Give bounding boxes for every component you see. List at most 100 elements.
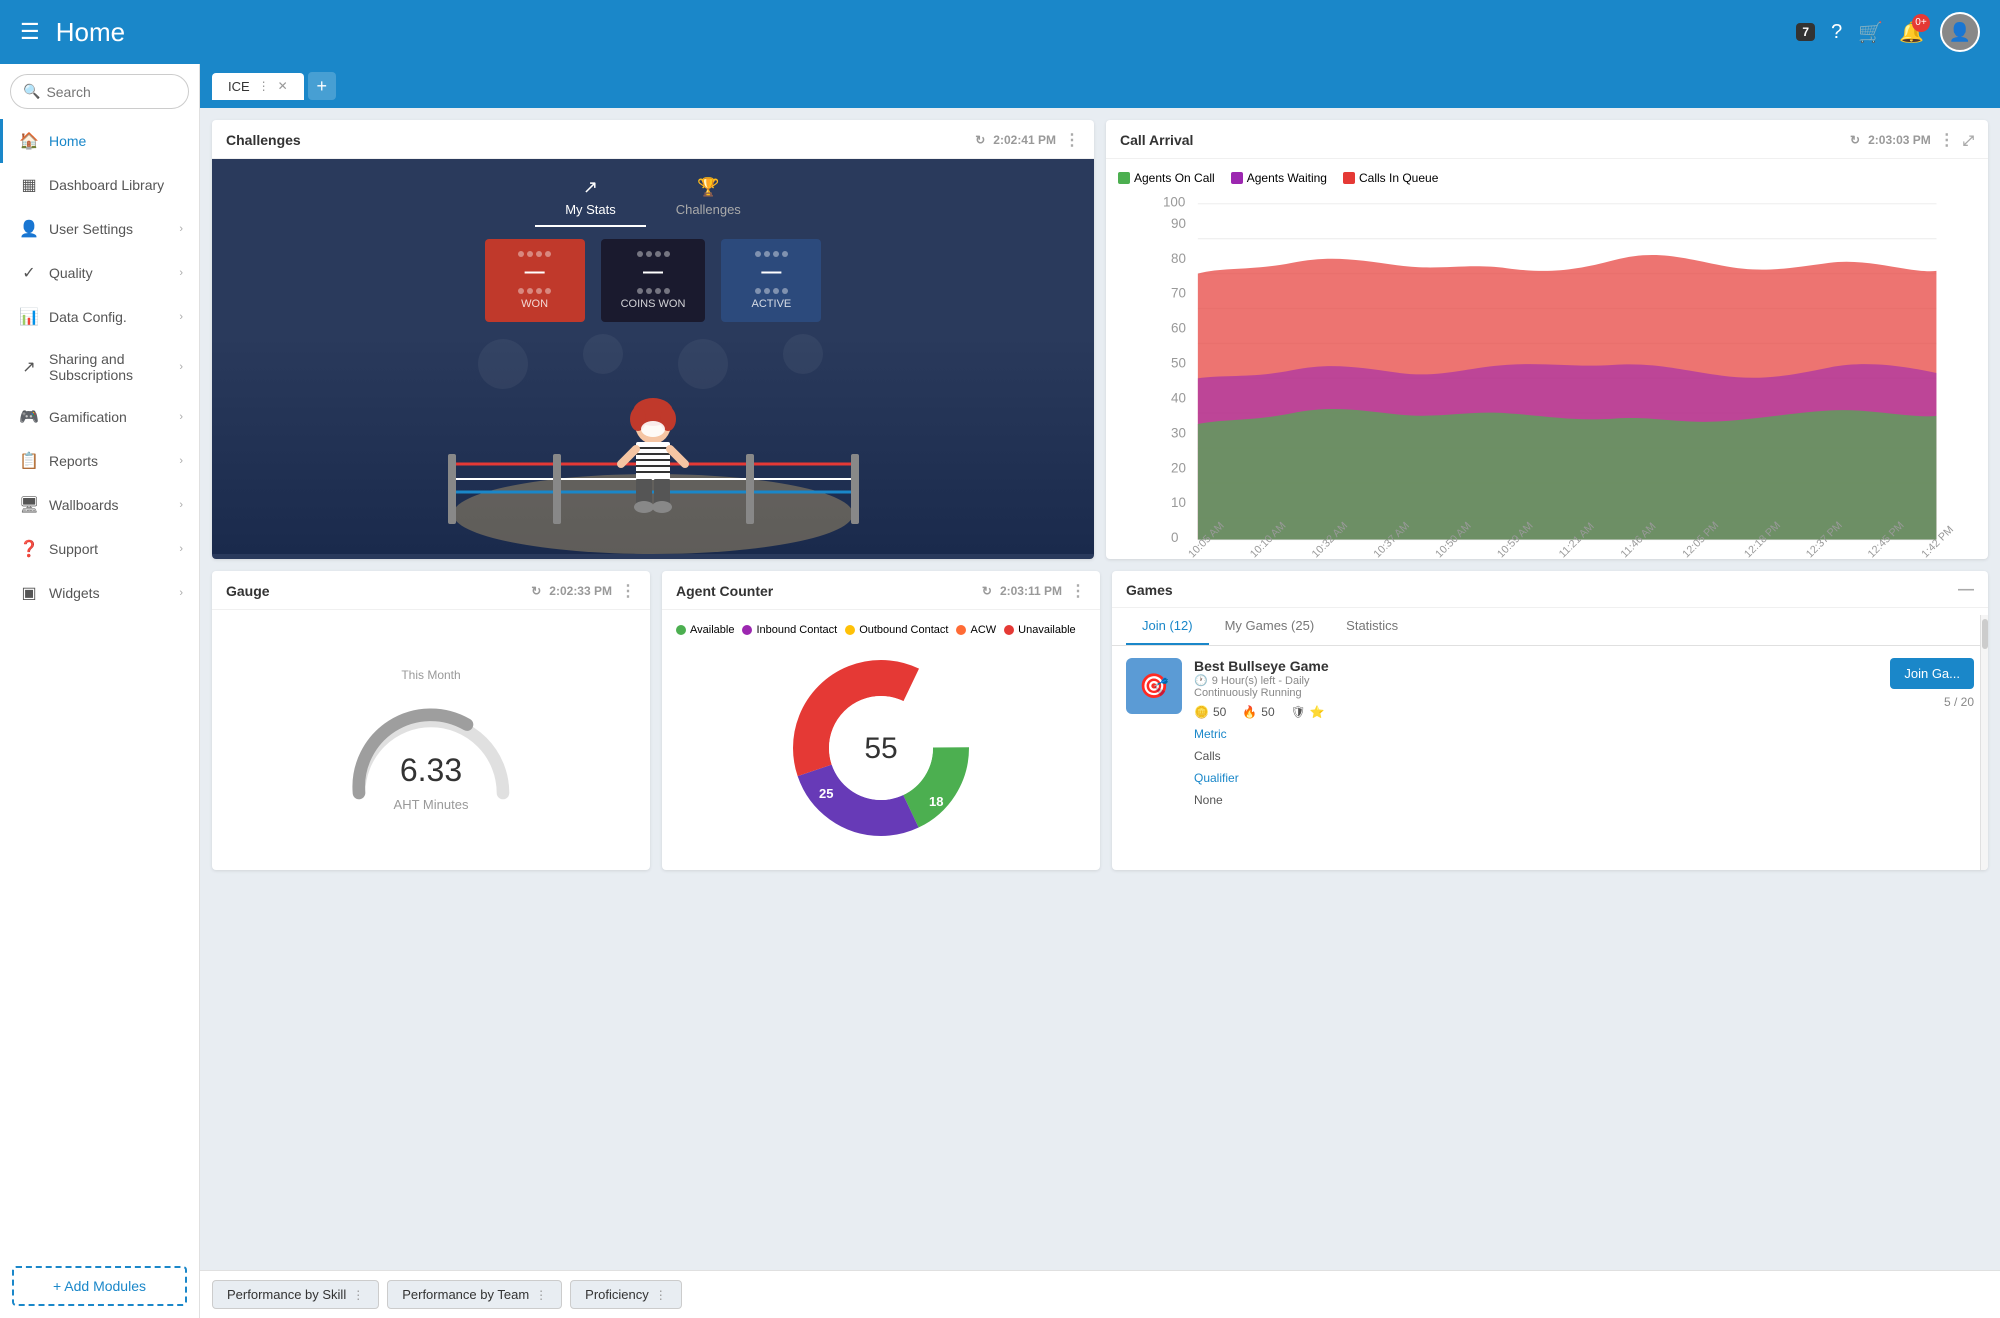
- coins-stat-box: — COINS WON: [601, 239, 706, 322]
- active-stat-box: — ACTIVE: [721, 239, 821, 322]
- active-dots: [741, 251, 801, 257]
- sidebar-label-dashboard-library: Dashboard Library: [49, 177, 183, 193]
- challenges-header: Challenges ↻ 2:02:41 PM ⋮: [212, 120, 1094, 159]
- star-icon: ⭐: [1310, 705, 1325, 719]
- search-box[interactable]: 🔍: [10, 74, 189, 109]
- call-arrival-refresh-icon[interactable]: ↻: [1850, 133, 1860, 147]
- challenges-tabs: ↗ My Stats 🏆 Challenges: [212, 159, 1094, 227]
- game-stat-coins1: 🪙 50: [1194, 705, 1226, 719]
- challenges-tab[interactable]: 🏆 Challenges: [646, 169, 771, 227]
- agent-counter-body: Available Inbound Contact Outbound Conta…: [662, 610, 1100, 870]
- tab-add-button[interactable]: +: [308, 72, 336, 100]
- sidebar-item-quality[interactable]: ✓ Quality ›: [0, 251, 199, 295]
- game-time-left: 9 Hour(s) left - Daily: [1212, 675, 1310, 687]
- sidebar-label-reports: Reports: [49, 453, 169, 469]
- games-menu-icon[interactable]: —: [1958, 581, 1974, 599]
- bottom-tab-label-skill: Performance by Skill: [227, 1287, 346, 1302]
- sidebar-item-wallboards[interactable]: 🖥 Wallboards ›: [0, 483, 199, 527]
- avatar[interactable]: 👤: [1940, 12, 1980, 52]
- chevron-icon-widgets: ›: [179, 587, 183, 599]
- gauge-refresh-icon[interactable]: ↻: [531, 584, 541, 598]
- svg-text:10: 10: [1171, 495, 1186, 510]
- cart-icon[interactable]: 🛒: [1858, 20, 1883, 45]
- chevron-icon: ›: [179, 223, 183, 235]
- agent-counter-refresh-icon[interactable]: ↻: [982, 584, 992, 598]
- wallboards-icon: 🖥: [19, 495, 39, 515]
- tab-close-icon[interactable]: ✕: [278, 79, 288, 93]
- main-content: ICE ⋮ ✕ + Challenges ↻ 2:02:41 PM ⋮: [200, 64, 2000, 1318]
- support-icon: ❓: [19, 539, 39, 559]
- page-title: Home: [56, 17, 1797, 48]
- tab-ice[interactable]: ICE ⋮ ✕: [212, 73, 304, 100]
- hamburger-icon[interactable]: ☰: [20, 19, 40, 45]
- svg-text:40: 40: [1171, 390, 1186, 405]
- gauge-subtitle: This Month: [401, 668, 460, 682]
- my-stats-icon: ↗: [583, 177, 598, 198]
- num-badge: 7: [1796, 23, 1815, 41]
- bottom-tab-menu-team[interactable]: ⋮: [535, 1288, 547, 1302]
- tab-menu-icon[interactable]: ⋮: [258, 79, 270, 93]
- challenges-title: Challenges: [226, 132, 301, 148]
- call-arrival-expand-icon[interactable]: ⤢: [1963, 132, 1974, 149]
- coin-icon-1: 🪙: [1194, 705, 1209, 719]
- dot-outbound: [845, 625, 855, 635]
- sidebar-item-support[interactable]: ❓ Support ›: [0, 527, 199, 571]
- svg-text:50: 50: [1171, 356, 1186, 371]
- bottom-tab-label-team: Performance by Team: [402, 1287, 529, 1302]
- gauge-menu-icon[interactable]: ⋮: [620, 581, 636, 601]
- call-arrival-widget: Call Arrival ↻ 2:03:03 PM ⋮ ⤢ Agents On …: [1106, 120, 1988, 559]
- join-game-button[interactable]: Join Ga...: [1890, 658, 1974, 689]
- svg-text:90: 90: [1171, 216, 1186, 231]
- sidebar-item-home[interactable]: 🏠 Home: [0, 119, 199, 163]
- add-modules-button[interactable]: + Add Modules: [12, 1266, 187, 1306]
- bottom-tab-performance-skill[interactable]: Performance by Skill ⋮: [212, 1280, 379, 1309]
- agent-counter-menu-icon[interactable]: ⋮: [1070, 581, 1086, 601]
- help-icon[interactable]: ?: [1831, 21, 1842, 44]
- sidebar-item-gamification[interactable]: 🎮 Gamification ›: [0, 395, 199, 439]
- label-unavailable: Unavailable: [1018, 624, 1075, 636]
- games-widget: Games — Join (12) My Games (25) Statisti…: [1112, 571, 1988, 870]
- sidebar-item-reports[interactable]: 📋 Reports ›: [0, 439, 199, 483]
- boxing-ring-svg: [212, 334, 1094, 554]
- coins-dots: [621, 251, 686, 257]
- sidebar-item-dashboard-library[interactable]: ▦ Dashboard Library: [0, 163, 199, 207]
- legend-dot-red: [1343, 172, 1355, 184]
- games-scrollbar[interactable]: [1980, 615, 1988, 870]
- sidebar-item-user-settings[interactable]: 👤 User Settings ›: [0, 207, 199, 251]
- dot-inbound: [742, 625, 752, 635]
- bottom-tab-menu-skill[interactable]: ⋮: [352, 1288, 364, 1302]
- sidebar-item-data-config[interactable]: 📊 Data Config. ›: [0, 295, 199, 339]
- gauge-header: Gauge ↻ 2:02:33 PM ⋮: [212, 571, 650, 610]
- bottom-tab-menu-proficiency[interactable]: ⋮: [655, 1288, 667, 1302]
- quality-icon: ✓: [19, 263, 39, 283]
- agent-counter-header-right: ↻ 2:03:11 PM ⋮: [982, 581, 1086, 601]
- segment-label-available: 12: [931, 691, 945, 706]
- challenges-menu-icon[interactable]: ⋮: [1064, 130, 1080, 150]
- bottom-tab-label-proficiency: Proficiency: [585, 1287, 649, 1302]
- active-dots2: [741, 288, 801, 294]
- svg-text:0: 0: [1171, 530, 1178, 545]
- bottom-tab-proficiency[interactable]: Proficiency ⋮: [570, 1280, 682, 1309]
- won-dots: [505, 251, 565, 257]
- call-arrival-menu-icon[interactable]: ⋮: [1939, 130, 1955, 150]
- games-title: Games: [1126, 582, 1173, 598]
- bell-icon-container: 🔔 0+: [1899, 20, 1924, 45]
- won-dots2: [505, 288, 565, 294]
- bottom-tab-bar: Performance by Skill ⋮ Performance by Te…: [200, 1270, 2000, 1318]
- sidebar-item-widgets[interactable]: ▣ Widgets ›: [0, 571, 199, 615]
- sidebar-item-sharing[interactable]: ↗ Sharing and Subscriptions ›: [0, 339, 199, 395]
- my-stats-tab[interactable]: ↗ My Stats: [535, 169, 646, 227]
- segment-label-unavailable: 25: [819, 786, 833, 801]
- games-tab-my-games[interactable]: My Games (25): [1209, 608, 1331, 645]
- game-info-bullseye: Best Bullseye Game 🕐 9 Hour(s) left - Da…: [1194, 658, 1878, 809]
- search-input[interactable]: [46, 84, 176, 100]
- games-tab-statistics[interactable]: Statistics: [1330, 608, 1414, 645]
- legend-dot-green: [1118, 172, 1130, 184]
- gauge-value: 6.33: [400, 752, 462, 789]
- chevron-icon-data-config: ›: [179, 311, 183, 323]
- games-tab-join[interactable]: Join (12): [1126, 608, 1209, 645]
- challenges-refresh-icon[interactable]: ↻: [975, 133, 985, 147]
- svg-text:80: 80: [1171, 251, 1186, 266]
- bottom-tab-performance-team[interactable]: Performance by Team ⋮: [387, 1280, 562, 1309]
- challenges-stats: — WON —: [212, 227, 1094, 334]
